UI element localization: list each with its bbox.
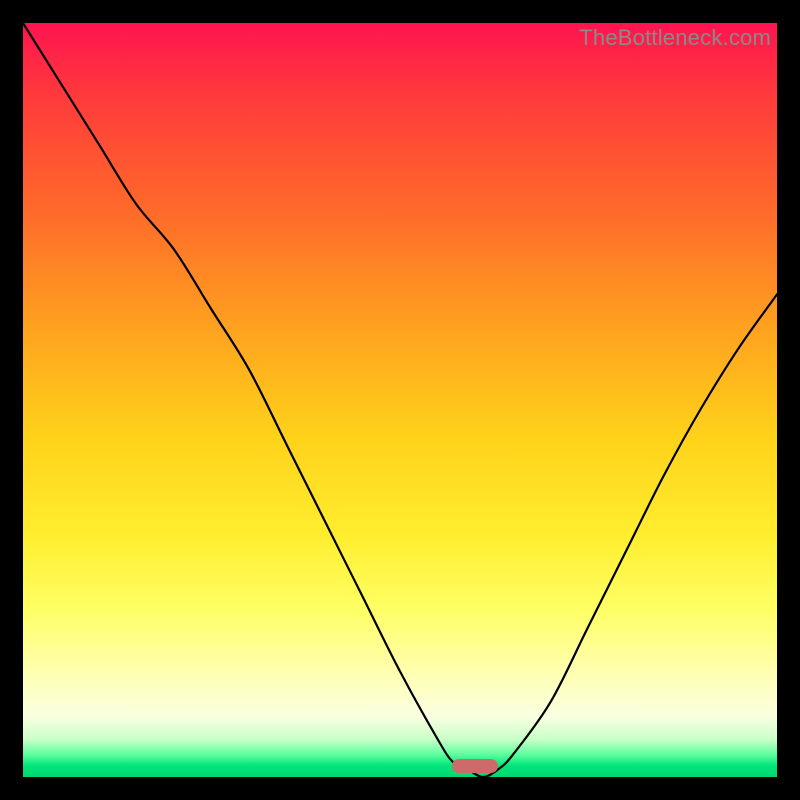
chart-plot-area: TheBottleneck.com xyxy=(23,23,777,777)
bottleneck-curve xyxy=(23,23,777,777)
optimal-marker xyxy=(452,759,498,773)
